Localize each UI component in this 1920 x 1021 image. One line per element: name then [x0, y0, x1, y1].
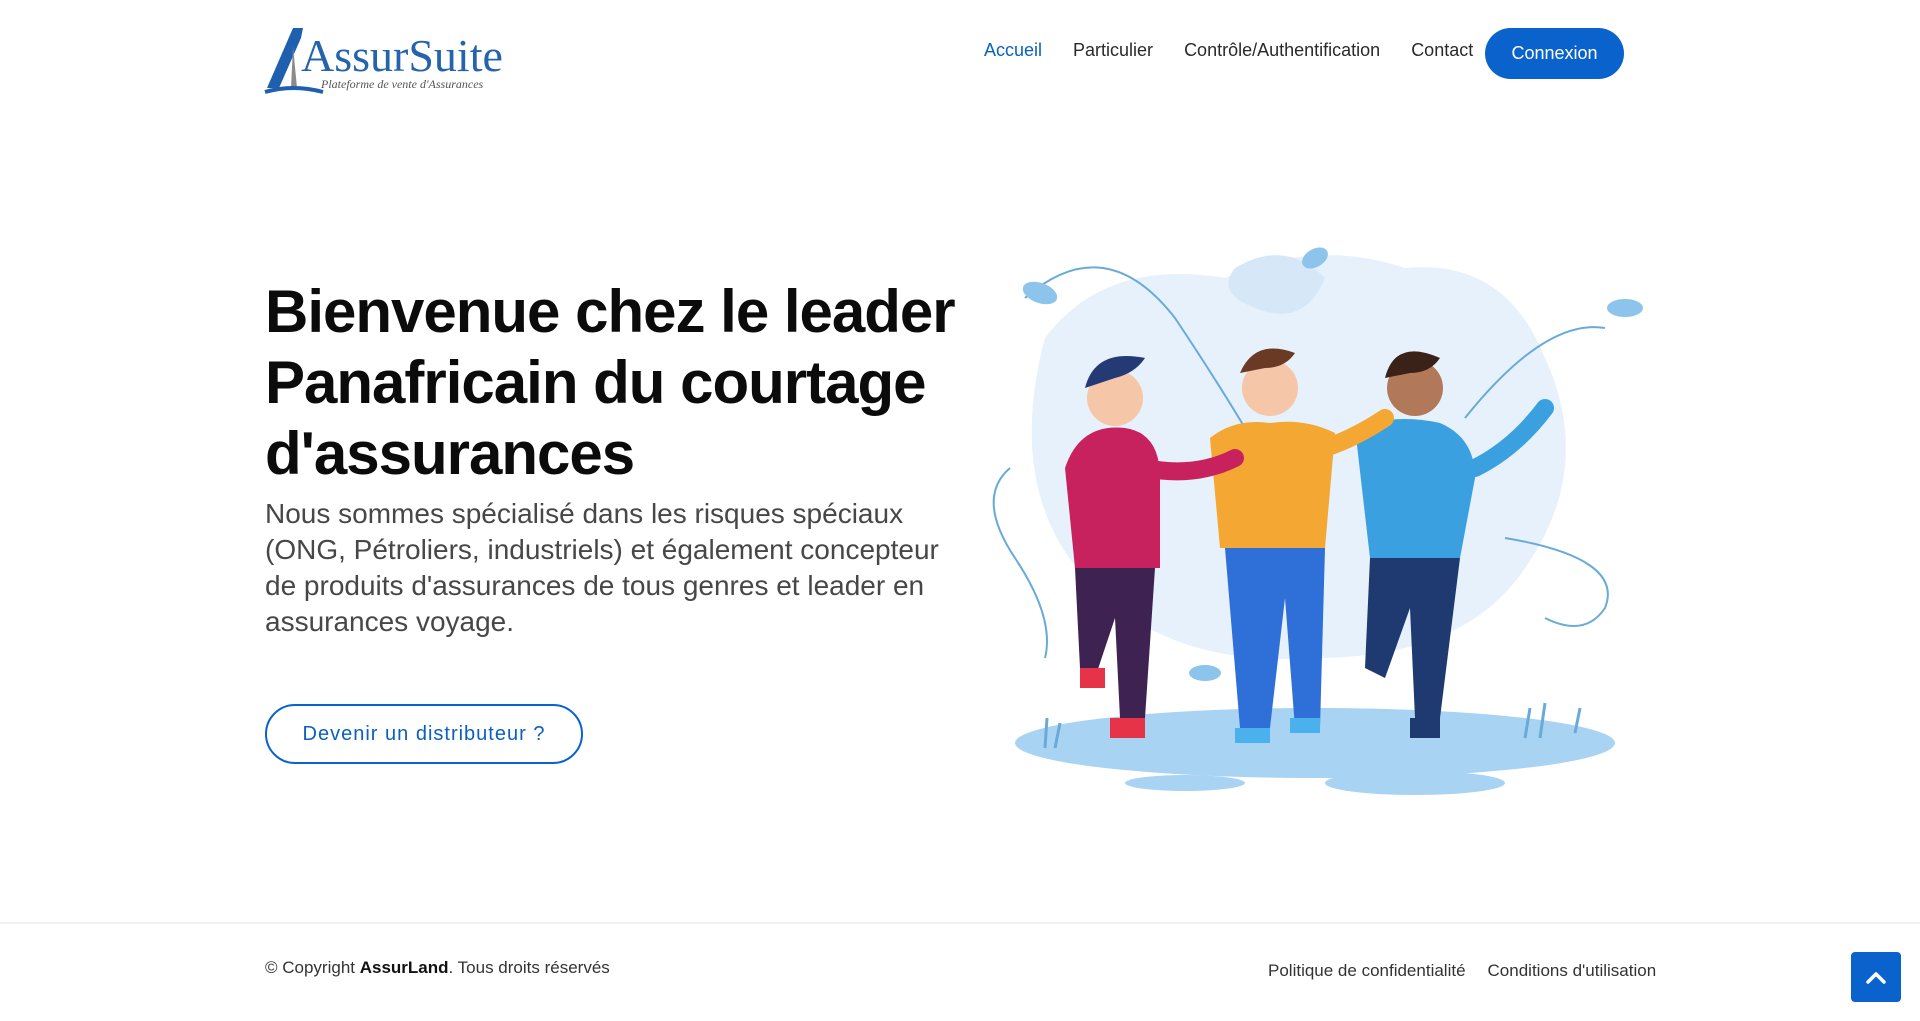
back-to-top-button[interactable]: [1851, 952, 1901, 1002]
copyright-suffix: . Tous droits réservés: [448, 958, 610, 977]
logo-tagline: Plateforme de vente d'Assurances: [320, 77, 484, 91]
nav-particulier[interactable]: Particulier: [1073, 38, 1153, 62]
login-button[interactable]: Connexion: [1485, 28, 1624, 79]
copyright-brand: AssurLand: [359, 958, 449, 977]
privacy-policy-link[interactable]: Politique de confidentialité: [1268, 961, 1466, 981]
nav-accueil[interactable]: Accueil: [984, 38, 1042, 62]
logo-name: AssurSuite: [301, 30, 503, 81]
chevron-up-icon: [1866, 972, 1886, 984]
nav-contact[interactable]: Contact: [1411, 38, 1473, 62]
hero-description: Nous sommes spécialisé dans les risques …: [265, 498, 939, 637]
copyright-prefix: © Copyright: [265, 958, 360, 977]
nav-controle-authentification[interactable]: Contrôle/Authentification: [1184, 38, 1380, 62]
terms-of-use-link[interactable]: Conditions d'utilisation: [1488, 961, 1657, 981]
logo[interactable]: AssurSuite Plateforme de vente d'Assuran…: [263, 26, 523, 96]
copyright: © Copyright AssurLand. Tous droits réser…: [265, 958, 610, 978]
three-friends-illustration: [985, 238, 1650, 808]
footer-links: Politique de confidentialité Conditions …: [1268, 961, 1678, 981]
become-distributor-button[interactable]: Devenir un distributeur ?: [265, 704, 583, 764]
hero-title: Bienvenue chez le leader Panafricain du …: [265, 278, 956, 487]
main-nav: Accueil Particulier Contrôle/Authentific…: [984, 38, 1504, 62]
